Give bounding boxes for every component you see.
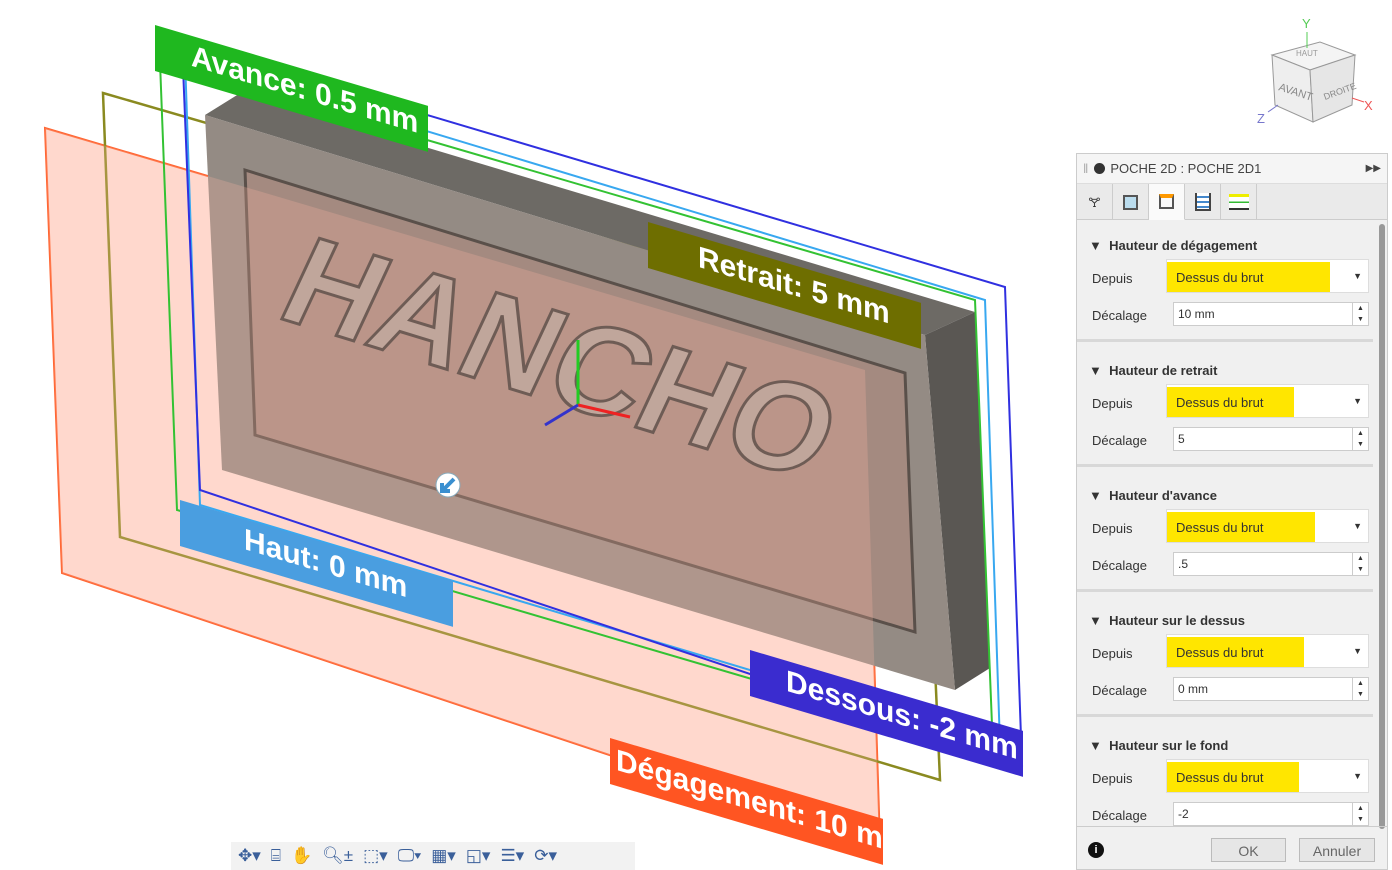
decalage-input[interactable]: 10 mm ▲ ▼ (1173, 302, 1369, 326)
section-title: Hauteur de retrait (1109, 363, 1218, 378)
height-section: ▼ Hauteur sur le dessus Depuis Dessus du… (1077, 601, 1373, 726)
decalage-label: Décalage (1092, 308, 1147, 323)
chevron-down-icon: ▼ (1353, 521, 1362, 531)
poche-2d-dialog: ‖ POCHE 2D : POCHE 2D1 ▶▶ 🝖 ▼ Hauteur de… (1076, 153, 1388, 870)
section-header[interactable]: ▼ Hauteur sur le dessus (1089, 613, 1245, 628)
dialog-header: ‖ POCHE 2D : POCHE 2D1 ▶▶ (1077, 154, 1387, 184)
depuis-dropdown[interactable]: Dessus du brut ▼ (1166, 509, 1369, 543)
navigation-toolbar: ✥▾ ⌸ ✋ 🔍︎± ⬚▾ 🖵▾ ▦▾ ◱▾ ☰▾ ⟳▾ (231, 842, 635, 870)
tab-heights[interactable] (1149, 184, 1185, 220)
svg-text:Y: Y (1302, 16, 1311, 31)
depuis-value: Dessus du brut (1167, 387, 1294, 417)
depuis-label: Depuis (1092, 521, 1133, 536)
display-settings-icon[interactable]: 🖵▾ (395, 846, 425, 866)
tab-passes[interactable] (1185, 184, 1221, 220)
stepper[interactable]: ▲ ▼ (1352, 428, 1368, 450)
layers-icon[interactable]: ☰▾ (497, 846, 527, 866)
section-title: Hauteur sur le fond (1109, 738, 1229, 753)
stepper[interactable]: ▲ ▼ (1352, 678, 1368, 700)
chevron-down-icon: ▼ (1353, 771, 1362, 781)
pan-hand-icon[interactable]: ✋ (288, 846, 315, 866)
decalage-value: 5 (1178, 432, 1185, 446)
divider (1077, 464, 1373, 467)
heights-icon (1159, 194, 1174, 209)
height-section: ▼ Hauteur d'avance Depuis Dessus du brut… (1077, 476, 1373, 601)
depuis-value: Dessus du brut (1167, 262, 1330, 292)
grid-icon[interactable]: ▦▾ (428, 846, 459, 866)
decalage-input[interactable]: .5 ▲ ▼ (1173, 552, 1369, 576)
depuis-value: Dessus du brut (1167, 762, 1299, 792)
section-header[interactable]: ▼ Hauteur sur le fond (1089, 738, 1228, 753)
depuis-value: Dessus du brut (1167, 637, 1304, 667)
decalage-value: .5 (1178, 557, 1189, 571)
chevron-down-icon: ▼ (1353, 271, 1362, 281)
svg-text:Z: Z (1257, 111, 1265, 126)
depuis-label: Depuis (1092, 646, 1133, 661)
divider (1077, 714, 1373, 717)
cancel-button[interactable]: Annuler (1299, 838, 1375, 862)
height-section: ▼ Hauteur sur le fond Depuis Dessus du b… (1077, 726, 1373, 851)
depuis-value: Dessus du brut (1167, 512, 1315, 542)
depuis-label: Depuis (1092, 271, 1133, 286)
tab-geometry[interactable] (1113, 184, 1149, 220)
divider (1077, 589, 1373, 592)
chevron-down-icon: ▼ (1353, 646, 1362, 656)
height-section: ▼ Hauteur de dégagement Depuis Dessus du… (1077, 226, 1373, 351)
linking-icon (1228, 194, 1249, 210)
section-header[interactable]: ▼ Hauteur de retrait (1089, 363, 1217, 378)
decalage-value: -2 (1178, 807, 1189, 821)
cursor-arrow-icon (435, 472, 461, 498)
expand-icon[interactable]: ▶▶ (1366, 163, 1381, 174)
depuis-dropdown[interactable]: Dessus du brut ▼ (1166, 634, 1369, 668)
svg-text:X: X (1364, 98, 1373, 113)
decalage-input[interactable]: 5 ▲ ▼ (1173, 427, 1369, 451)
ok-button[interactable]: OK (1211, 838, 1286, 862)
zoom-icon[interactable]: 🔍︎± (319, 846, 356, 866)
decalage-label: Décalage (1092, 683, 1147, 698)
section-title: Hauteur sur le dessus (1109, 613, 1245, 628)
viewcube[interactable]: HAUT AVANT DROITE Y X Z (1257, 16, 1373, 126)
depuis-dropdown[interactable]: Dessus du brut ▼ (1166, 759, 1369, 793)
stepper[interactable]: ▲ ▼ (1352, 303, 1368, 325)
decalage-label: Décalage (1092, 433, 1147, 448)
decalage-label: Décalage (1092, 808, 1147, 823)
depuis-dropdown[interactable]: Dessus du brut ▼ (1166, 259, 1369, 293)
collapse-icon[interactable] (1094, 163, 1106, 174)
orbit-icon[interactable]: ✥▾ (235, 846, 264, 866)
geometry-icon (1123, 194, 1138, 210)
section-title: Hauteur de dégagement (1109, 238, 1258, 253)
section-title: Hauteur d'avance (1109, 488, 1217, 503)
depuis-dropdown[interactable]: Dessus du brut ▼ (1166, 384, 1369, 418)
depuis-label: Depuis (1092, 396, 1133, 411)
decalage-value: 0 mm (1178, 682, 1208, 696)
tab-tool[interactable]: 🝖 (1077, 184, 1113, 220)
tab-linking[interactable] (1221, 184, 1257, 220)
depuis-label: Depuis (1092, 771, 1133, 786)
view-cube-icon[interactable]: ◱▾ (463, 846, 494, 866)
passes-icon (1194, 193, 1211, 211)
section-header[interactable]: ▼ Hauteur d'avance (1089, 488, 1217, 503)
zoom-window-icon[interactable]: ⬚▾ (360, 846, 391, 866)
chevron-down-icon: ▼ (1353, 396, 1362, 406)
decalage-value: 10 mm (1178, 307, 1215, 321)
height-section: ▼ Hauteur de retrait Depuis Dessus du br… (1077, 351, 1373, 476)
info-icon[interactable]: i (1088, 842, 1104, 858)
refresh-icon[interactable]: ⟳▾ (531, 846, 560, 866)
decalage-input[interactable]: -2 ▲ ▼ (1173, 802, 1369, 826)
stepper[interactable]: ▲ ▼ (1352, 553, 1368, 575)
dialog-title: POCHE 2D : POCHE 2D1 (1110, 161, 1262, 176)
divider (1077, 339, 1373, 342)
stepper[interactable]: ▲ ▼ (1352, 803, 1368, 825)
section-header[interactable]: ▼ Hauteur de dégagement (1089, 238, 1257, 253)
scrollbar[interactable] (1379, 224, 1385, 829)
decalage-input[interactable]: 0 mm ▲ ▼ (1173, 677, 1369, 701)
decalage-label: Décalage (1092, 558, 1147, 573)
svg-text:HAUT: HAUT (1296, 49, 1318, 58)
look-at-icon[interactable]: ⌸ (268, 846, 284, 866)
tool-icon: 🝖 (1088, 195, 1101, 210)
